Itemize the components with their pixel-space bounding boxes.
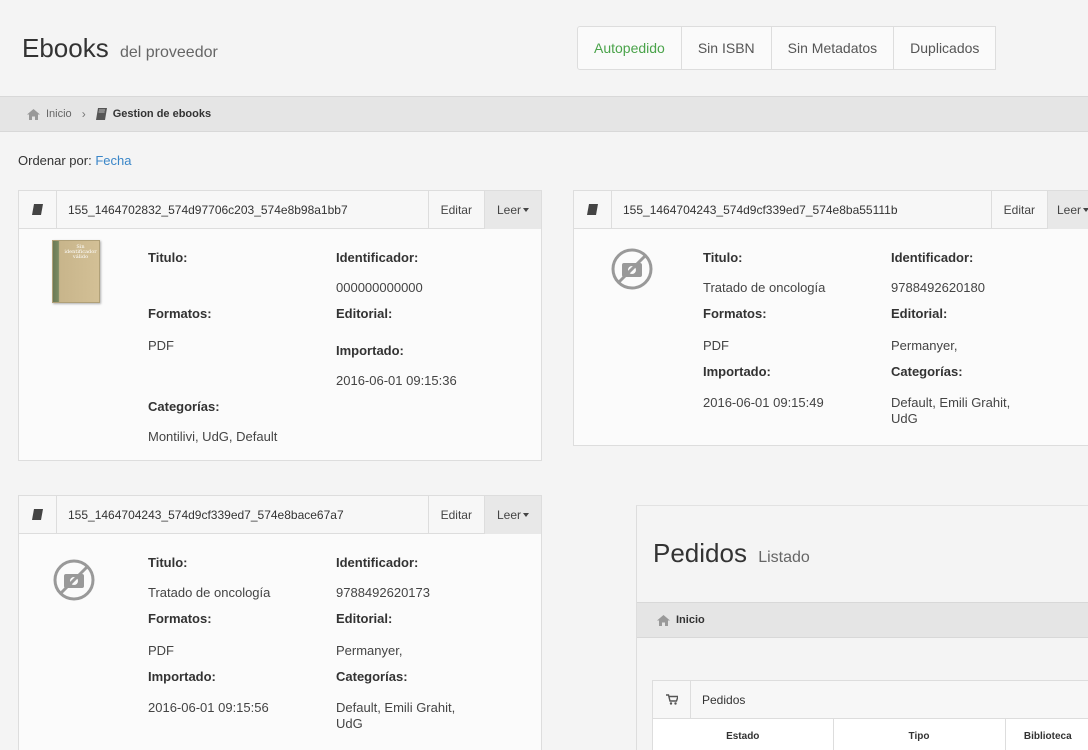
- titulo-label: Titulo:: [703, 250, 743, 265]
- order-by-fecha-link[interactable]: Fecha: [95, 153, 131, 168]
- order-by: Ordenar por: Fecha: [18, 153, 131, 168]
- titulo-value: Tratado de oncología: [703, 280, 826, 295]
- pedidos-breadcrumb: Inicio: [637, 602, 1088, 638]
- home-icon: [657, 614, 670, 626]
- titulo-value: Tratado de oncología: [148, 585, 271, 600]
- titulo-label: Titulo:: [148, 555, 188, 570]
- breadcrumb-home-link[interactable]: Inicio: [46, 108, 72, 120]
- identificador-value: 9788492620180: [891, 280, 985, 295]
- categorias-value-line2: UdG: [336, 716, 363, 731]
- pedidos-subtitle: Listado: [758, 549, 810, 566]
- categorias-label: Categorías:: [891, 364, 963, 379]
- edit-button[interactable]: Editar: [990, 190, 1047, 229]
- pedidos-window: Pedidos Listado Inicio Pedidos Estado Ti…: [636, 505, 1088, 750]
- column-header-estado[interactable]: Estado: [653, 719, 834, 750]
- formatos-value: PDF: [703, 338, 729, 353]
- ebook-card-header: 155_1464704243_574d9cf339ed7_574e8ba5511…: [574, 190, 1088, 229]
- importado-value: 2016-06-01 09:15:56: [148, 700, 269, 715]
- importado-value: 2016-06-01 09:15:49: [703, 395, 824, 410]
- formatos-label: Formatos:: [703, 306, 767, 321]
- pedidos-panel-header: Pedidos: [653, 680, 1088, 719]
- ebook-card: 155_1464702832_574d97706c203_574e8b98a1b…: [18, 190, 542, 461]
- book-icon: [19, 495, 57, 534]
- breadcrumb: Inicio › Gestion de ebooks: [0, 96, 1088, 132]
- edit-button[interactable]: Editar: [427, 495, 484, 534]
- ebook-id: 155_1464704243_574d9cf339ed7_574e8ba5511…: [623, 202, 898, 217]
- categorias-label: Categorías:: [148, 399, 220, 414]
- categorias-value-line2: UdG: [891, 411, 918, 426]
- ebook-filter-tabs: Autopedido Sin ISBN Sin Metadatos Duplic…: [577, 26, 997, 70]
- importado-value: 2016-06-01 09:15:36: [336, 373, 457, 388]
- page-title-text: Ebooks: [22, 33, 109, 63]
- editorial-label: Editorial:: [336, 306, 393, 321]
- column-header-biblioteca[interactable]: Biblioteca: [1005, 719, 1088, 750]
- categorias-value-line1: Default, Emili Grahit,: [336, 700, 456, 715]
- read-dropdown-button[interactable]: Leer: [483, 495, 541, 534]
- page-header: Ebooks del proveedor Autopedido Sin ISBN…: [0, 0, 1088, 96]
- tab-sin-isbn[interactable]: Sin ISBN: [682, 27, 772, 69]
- importado-label: Importado:: [703, 364, 771, 379]
- formatos-value: PDF: [148, 643, 174, 658]
- book-icon: [95, 108, 107, 120]
- caret-down-icon: [523, 208, 529, 213]
- cover-text: Sin identificador válido: [64, 244, 97, 260]
- tab-duplicados[interactable]: Duplicados: [894, 27, 995, 69]
- breadcrumb-current: Gestion de ebooks: [112, 108, 212, 120]
- pedidos-panel-title: Pedidos: [702, 692, 746, 707]
- column-header-tipo[interactable]: Tipo: [833, 719, 1006, 750]
- ebook-id: 155_1464704243_574d9cf339ed7_574e8bace67…: [68, 507, 344, 522]
- pedidos-panel: Pedidos Estado Tipo Biblioteca: [652, 680, 1088, 750]
- order-by-label: Ordenar por:: [18, 153, 92, 168]
- editorial-label: Editorial:: [891, 306, 948, 321]
- identificador-value: 9788492620173: [336, 585, 430, 600]
- identificador-label: Identificador:: [336, 555, 419, 570]
- no-photo-icon: [611, 248, 653, 290]
- ebook-card: 155_1464704243_574d9cf339ed7_574e8ba5511…: [573, 190, 1088, 446]
- formatos-label: Formatos:: [148, 306, 212, 321]
- ebook-id: 155_1464702832_574d97706c203_574e8b98a1b…: [68, 202, 348, 217]
- tab-sin-metadatos[interactable]: Sin Metadatos: [772, 27, 895, 69]
- editorial-value: Permanyer,: [336, 643, 403, 658]
- pedidos-title: Pedidos Listado: [653, 538, 810, 569]
- book-cover-image[interactable]: Sin identificador válido: [52, 240, 100, 303]
- titulo-label: Titulo:: [148, 250, 188, 265]
- identificador-value: 000000000000: [336, 280, 423, 295]
- page-title: Ebooks del proveedor: [22, 33, 218, 64]
- no-photo-icon: [53, 559, 95, 601]
- read-dropdown-button[interactable]: Leer: [1047, 190, 1088, 229]
- pedidos-breadcrumb-home-link[interactable]: Inicio: [676, 614, 705, 626]
- edit-button[interactable]: Editar: [427, 190, 484, 229]
- tab-autopedido[interactable]: Autopedido: [578, 27, 682, 69]
- editorial-label: Editorial:: [336, 611, 393, 626]
- caret-down-icon: [523, 513, 529, 518]
- book-icon: [19, 190, 57, 229]
- read-label: Leer: [496, 507, 521, 522]
- caret-down-icon: [1083, 208, 1088, 213]
- home-icon: [27, 108, 40, 120]
- pedidos-table: Estado Tipo Biblioteca: [653, 719, 1088, 750]
- categorias-label: Categorías:: [336, 669, 408, 684]
- ebook-card-header: 155_1464704243_574d9cf339ed7_574e8bace67…: [19, 495, 541, 534]
- cart-icon: [653, 680, 691, 719]
- identificador-label: Identificador:: [891, 250, 974, 265]
- ebook-card: 155_1464704243_574d9cf339ed7_574e8bace67…: [18, 495, 542, 750]
- page-subtitle: del proveedor: [119, 44, 218, 61]
- ebook-card-header: 155_1464702832_574d97706c203_574e8b98a1b…: [19, 190, 541, 229]
- book-icon: [574, 190, 612, 229]
- read-label: Leer: [1057, 202, 1082, 217]
- importado-label: Importado:: [336, 343, 404, 358]
- read-dropdown-button[interactable]: Leer: [483, 190, 541, 229]
- identificador-label: Identificador:: [336, 250, 419, 265]
- importado-label: Importado:: [148, 669, 216, 684]
- breadcrumb-separator-icon: ›: [81, 107, 86, 121]
- formatos-value: PDF: [148, 338, 174, 353]
- categorias-value: Montilivi, UdG, Default: [148, 429, 278, 444]
- read-label: Leer: [496, 202, 521, 217]
- formatos-label: Formatos:: [148, 611, 212, 626]
- categorias-value-line1: Default, Emili Grahit,: [891, 395, 1011, 410]
- pedidos-title-text: Pedidos: [653, 538, 747, 568]
- editorial-value: Permanyer,: [891, 338, 958, 353]
